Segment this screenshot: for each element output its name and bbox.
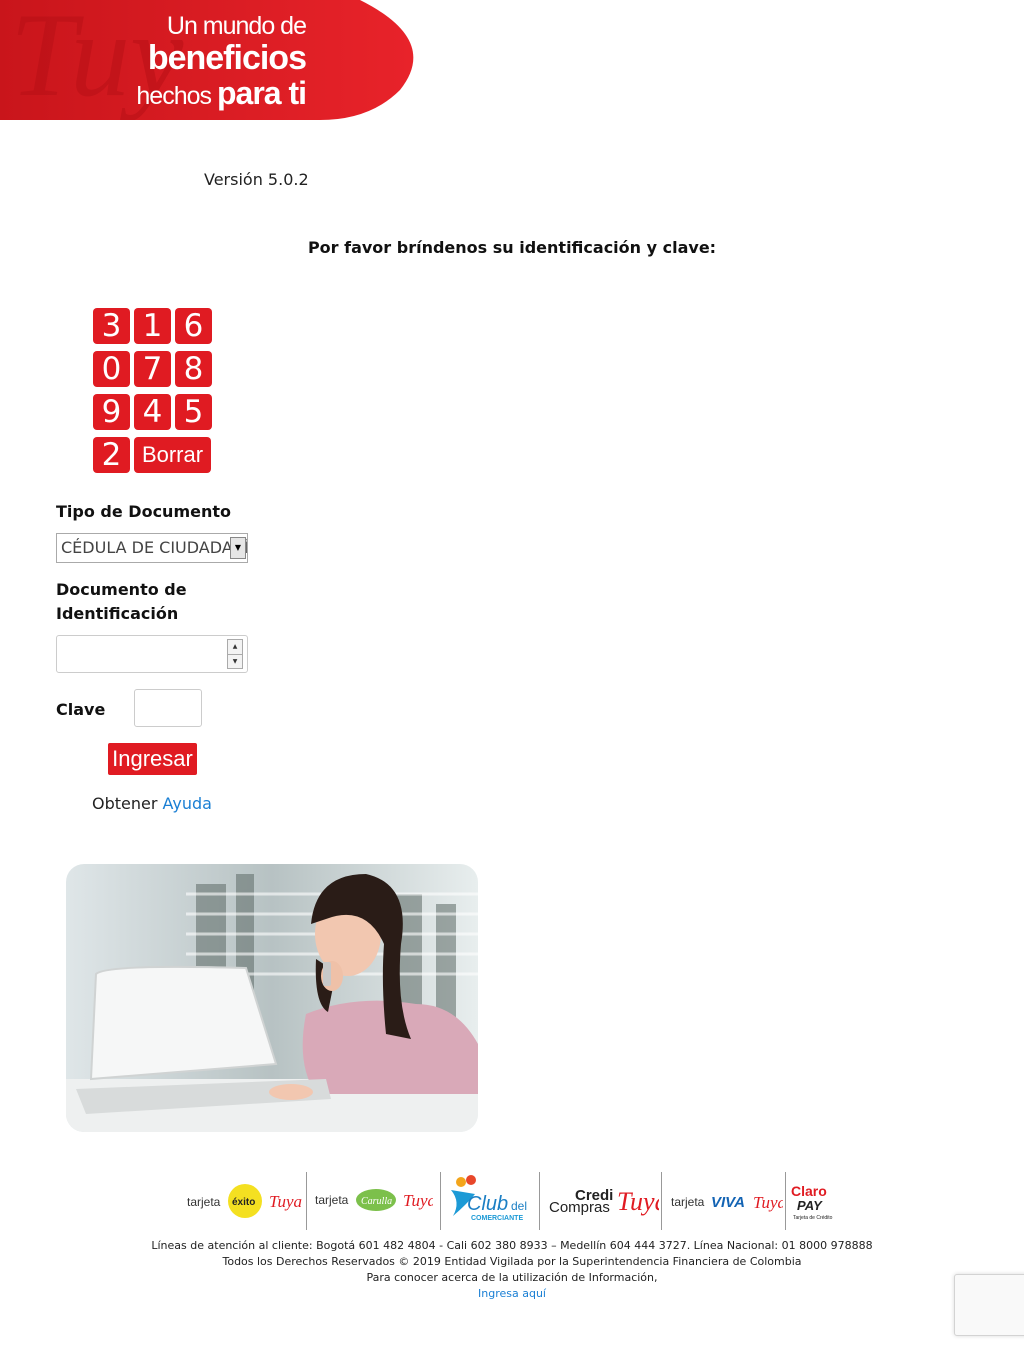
recaptcha-badge[interactable] (954, 1274, 1024, 1336)
doc-number-input[interactable]: ▲ ▼ (56, 635, 248, 673)
svg-text:Claro: Claro (791, 1183, 827, 1199)
doc-number-label-1: Documento de (56, 580, 187, 599)
footer-rights-line: Todos los Derechos Reservados © 2019 Ent… (222, 1255, 802, 1268)
svg-text:Compras: Compras (549, 1199, 610, 1216)
keypad-key[interactable]: 5 (175, 394, 212, 430)
doc-number-label-2: Identificación (56, 604, 179, 623)
keypad-key[interactable]: 7 (134, 351, 171, 387)
svg-text:Tuya: Tuya (403, 1191, 433, 1210)
keypad-key[interactable]: 4 (134, 394, 171, 430)
doc-type-label: Tipo de Documento (56, 502, 231, 521)
footer-info-link[interactable]: Ingresa aquí (478, 1287, 546, 1300)
keypad-key[interactable]: 2 (93, 437, 130, 473)
svg-text:PAY: PAY (797, 1198, 823, 1213)
logo-separator (306, 1172, 307, 1230)
banner-line-3a: hechos (136, 82, 212, 110)
keypad-key[interactable]: 8 (175, 351, 212, 387)
keypad-key[interactable]: 0 (93, 351, 130, 387)
partner-logos: tarjeta éxito Tuya tarjeta Carulla Tuya … (185, 1172, 840, 1230)
svg-text:COMERCIANTE: COMERCIANTE (471, 1215, 523, 1222)
number-stepper[interactable]: ▲ ▼ (227, 639, 243, 669)
logo-separator (785, 1172, 786, 1230)
svg-text:Tuya: Tuya (269, 1192, 302, 1211)
banner-line-1: Un mundo de (166, 12, 307, 40)
svg-text:Tuya: Tuya (617, 1187, 659, 1216)
svg-text:Club: Club (467, 1193, 508, 1215)
stepper-down-icon[interactable]: ▼ (228, 654, 242, 668)
banner-line-3: hechos para ti (136, 75, 307, 111)
banner-line-2: beneficios (147, 39, 307, 77)
help-line: Obtener Ayuda (92, 794, 212, 813)
doc-type-value: CÉDULA DE CIUDADANÍA (61, 538, 248, 557)
svg-text:tarjeta: tarjeta (671, 1195, 705, 1209)
logo-separator (539, 1172, 540, 1230)
password-label: Clave (56, 700, 106, 719)
woman-laptop-photo (66, 864, 478, 1132)
footer-text: Líneas de atención al cliente: Bogotá 60… (0, 1238, 1024, 1302)
logo-credicompras: Credi Compras Tuya (547, 1172, 668, 1230)
banner-slogan: Un mundo de beneficios hechos para ti (136, 12, 307, 111)
doc-type-select[interactable]: CÉDULA DE CIUDADANÍA ▼ (56, 533, 248, 563)
submit-button[interactable]: Ingresar (108, 743, 197, 775)
logo-tarjeta-exito: tarjeta éxito Tuya (185, 1172, 303, 1230)
svg-text:Tuya: Tuya (753, 1193, 783, 1212)
header-banner: Tuy Un mundo de beneficios hechos para t… (0, 0, 416, 120)
footer-contact-line: Líneas de atención al cliente: Bogotá 60… (151, 1239, 873, 1252)
footer-info-line: Para conocer acerca de la utilización de… (366, 1271, 658, 1284)
svg-text:tarjeta: tarjeta (187, 1195, 221, 1209)
svg-text:Carulla: Carulla (361, 1196, 392, 1207)
logo-club-del-comerciante: Club del COMERCIANTE (447, 1172, 537, 1230)
svg-text:tarjeta: tarjeta (315, 1193, 349, 1207)
password-input[interactable] (134, 689, 202, 727)
keypad-key[interactable]: 9 (93, 394, 130, 430)
svg-text:éxito: éxito (232, 1197, 255, 1208)
chevron-down-icon[interactable]: ▼ (230, 537, 246, 559)
keypad-key[interactable]: 3 (93, 308, 130, 344)
stepper-up-icon[interactable]: ▲ (228, 640, 242, 654)
logo-separator (440, 1172, 441, 1230)
logo-claro-pay: Claro PAY Tarjeta de Crédito (791, 1172, 840, 1230)
help-prefix: Obtener (92, 794, 158, 813)
help-link[interactable]: Ayuda (163, 794, 212, 813)
svg-text:VIVA: VIVA (711, 1194, 745, 1211)
logo-tarjeta-carulla: tarjeta Carulla Tuya (313, 1172, 436, 1230)
logo-tarjeta-viva: tarjeta VIVA Tuya (669, 1172, 786, 1230)
svg-text:del: del (511, 1199, 527, 1213)
login-prompt: Por favor bríndenos su identificación y … (307, 238, 717, 257)
banner-line-3b: para ti (216, 75, 307, 111)
keypad-key[interactable]: 6 (175, 308, 212, 344)
keypad-key[interactable]: 1 (134, 308, 171, 344)
logo-separator (661, 1172, 662, 1230)
svg-text:Tarjeta de Crédito: Tarjeta de Crédito (793, 1215, 833, 1221)
version-label: Versión 5.0.2 (204, 170, 309, 189)
keypad-delete-button[interactable]: Borrar (134, 437, 211, 473)
